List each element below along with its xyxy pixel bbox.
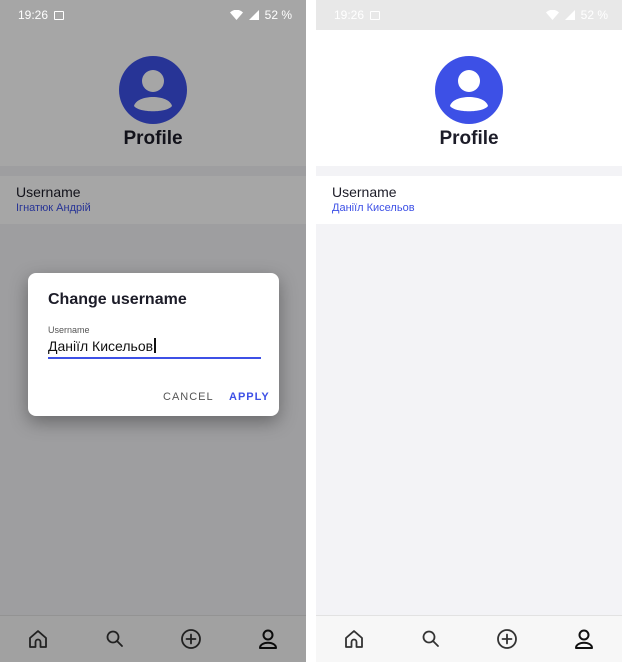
username-input-value: Даніїл Кисельов [48,338,154,354]
wifi-icon [545,10,559,20]
nav-add[interactable] [489,621,525,657]
home-icon [345,630,364,648]
image-notification-icon [370,10,381,20]
username-row[interactable]: Username Даніїл Кисельов [316,176,622,224]
bottom-navigation [316,615,622,662]
screen-with-dialog: 19:26 52 % Profile Username Ігнатюк Андр… [0,0,306,662]
username-label: Username [332,184,397,200]
text-cursor [154,338,156,353]
status-bar: 19:26 52 % [0,0,306,30]
username-value: Даніїл Кисельов [332,202,415,214]
status-time: 19:26 [18,8,49,22]
wifi-icon [229,10,243,20]
cell-signal-icon [248,10,259,20]
nav-home[interactable] [336,621,372,657]
battery-level: 52 % [264,8,292,22]
cancel-button[interactable]: CANCEL [163,391,214,403]
image-notification-icon [54,10,65,20]
status-time: 19:26 [334,8,365,22]
status-bar: 19:26 52 % [316,0,622,30]
person-avatar-icon [435,56,503,124]
screen-after-apply: 19:26 52 % Profile Username Даніїл Кисел… [316,0,622,662]
dialog-title: Change username [48,291,187,308]
add-icon [497,629,518,649]
page-title: Profile [439,128,499,149]
cell-signal-icon [564,10,575,20]
input-underline [48,357,261,359]
profile-icon [574,629,593,649]
battery-level: 52 % [580,8,608,22]
username-input[interactable]: Даніїл Кисельов [48,338,156,354]
change-username-dialog: Change username Username Даніїл Кисельов… [28,273,279,416]
nav-search[interactable] [413,621,449,657]
username-field-label: Username [48,325,90,335]
nav-profile[interactable] [566,621,602,657]
apply-button[interactable]: APPLY [229,391,270,403]
search-icon [422,630,439,647]
profile-header: Profile [316,30,622,166]
